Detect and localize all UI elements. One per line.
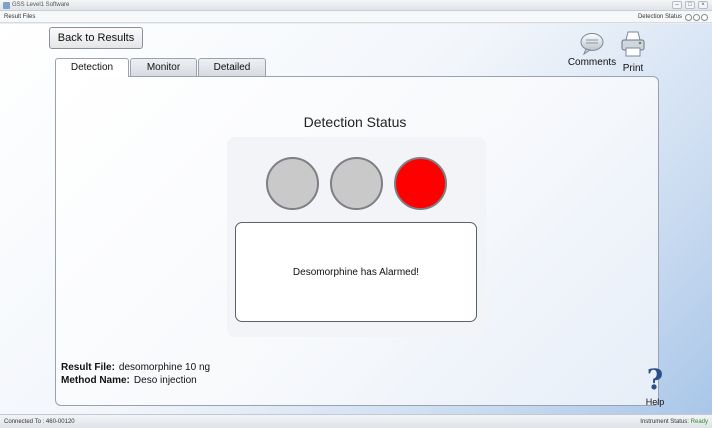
window-title: GSS Level1 Software xyxy=(12,2,70,8)
window-controls: – □ × xyxy=(672,1,708,9)
print-button[interactable]: Print xyxy=(619,30,647,74)
tab-monitor[interactable]: Monitor xyxy=(130,58,197,76)
method-name-info: Method Name: Deso injection xyxy=(61,375,197,386)
close-button[interactable]: × xyxy=(698,1,708,9)
menu-bar: Result Files Detection Status xyxy=(0,11,712,23)
method-name-label: Method Name: xyxy=(61,375,130,386)
back-to-results-button[interactable]: Back to Results xyxy=(49,27,143,49)
menu-result-files[interactable]: Result Files xyxy=(4,14,35,20)
tab-detailed[interactable]: Detailed xyxy=(198,58,266,76)
instrument-status-label: Instrument Status: xyxy=(640,419,689,425)
result-file-value: desomorphine 10 ng xyxy=(118,362,211,373)
printer-icon xyxy=(621,31,645,57)
comments-icon xyxy=(580,33,604,56)
status-light-2 xyxy=(330,157,383,210)
comments-button[interactable]: Comments xyxy=(566,32,618,68)
mini-light-icon xyxy=(685,14,692,21)
alarm-message: Desomorphine has Alarmed! xyxy=(292,266,420,278)
detection-status-indicator-label: Detection Status xyxy=(637,14,682,20)
connection-status: Connected To : 460-00120 xyxy=(4,419,75,425)
help-button[interactable]: ? Help xyxy=(640,363,670,408)
status-light-1 xyxy=(266,157,319,210)
help-icon: ? xyxy=(646,363,664,396)
status-light-3-alarm xyxy=(394,157,447,210)
mini-status-lights xyxy=(685,14,708,21)
title-bar: GSS Level1 Software – □ × xyxy=(0,0,712,11)
result-file-label: Result File: xyxy=(61,362,115,373)
detection-status-title: Detection Status xyxy=(303,114,407,130)
minimize-button[interactable]: – xyxy=(672,1,682,9)
maximize-button[interactable]: □ xyxy=(685,1,695,9)
app-icon xyxy=(3,2,10,9)
mini-light-icon xyxy=(701,14,708,21)
status-bar: Connected To : 460-00120 Instrument Stat… xyxy=(0,414,712,428)
method-name-value: Deso injection xyxy=(133,375,197,386)
print-label: Print xyxy=(622,63,644,74)
alarm-message-box: Desomorphine has Alarmed! xyxy=(235,222,477,322)
comments-label: Comments xyxy=(567,57,617,68)
tab-detection[interactable]: Detection xyxy=(55,58,129,77)
instrument-status: Instrument Status: Ready xyxy=(640,415,708,428)
help-label: Help xyxy=(645,397,665,407)
mini-light-icon xyxy=(693,14,700,21)
instrument-status-value: Ready xyxy=(690,419,708,425)
result-file-info: Result File: desomorphine 10 ng xyxy=(61,362,210,373)
